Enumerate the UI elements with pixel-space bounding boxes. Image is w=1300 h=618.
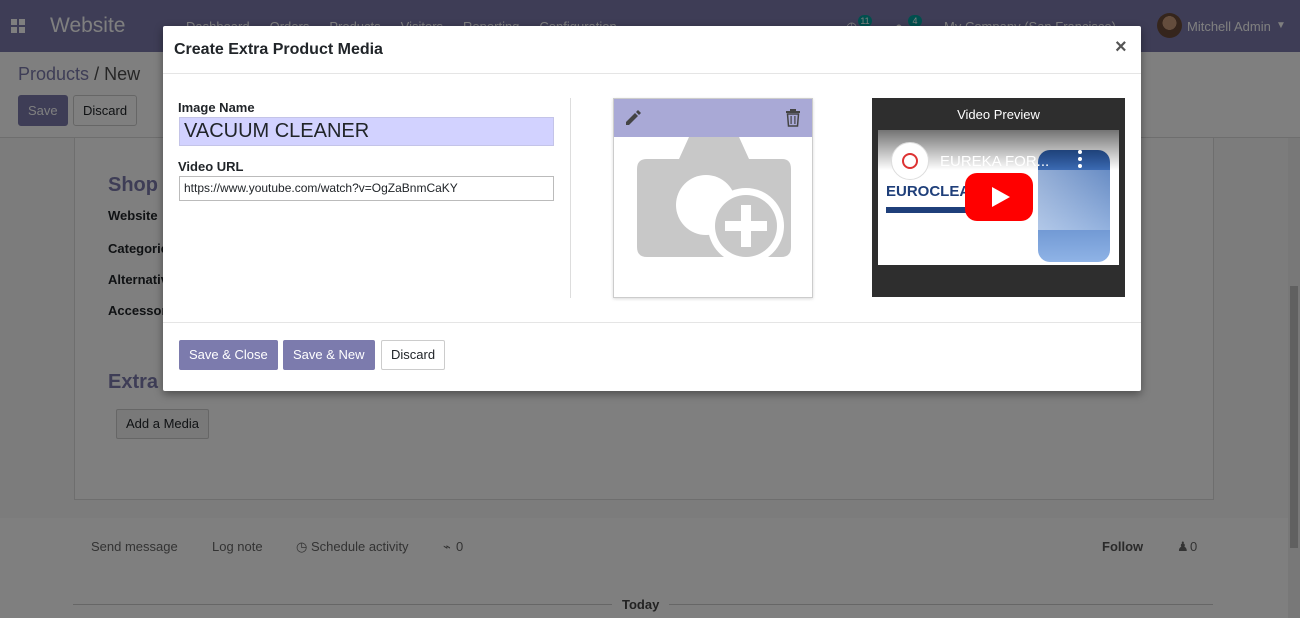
create-media-dialog: Create Extra Product Media × Image Name … bbox=[163, 26, 1141, 391]
more-options-icon[interactable] bbox=[1078, 150, 1082, 168]
video-preview-panel: Video Preview EUROCLEAN EUREKA FOR... bbox=[872, 98, 1125, 297]
dialog-footer: Save & Close Save & New Discard bbox=[163, 322, 1141, 391]
save-new-button[interactable]: Save & New bbox=[283, 340, 375, 370]
pencil-icon[interactable] bbox=[624, 109, 642, 127]
dialog-body: Image Name VACUUM CLEANER Video URL http… bbox=[163, 74, 1141, 322]
image-upload-box[interactable] bbox=[613, 98, 813, 298]
trash-icon[interactable] bbox=[785, 109, 801, 127]
video-embed[interactable]: EUROCLEAN EUREKA FOR... bbox=[878, 130, 1119, 265]
image-toolbar bbox=[614, 99, 812, 137]
channel-avatar-icon[interactable] bbox=[891, 142, 929, 180]
video-thumbnail-subtitle-bar bbox=[886, 207, 976, 213]
dialog-title: Create Extra Product Media bbox=[174, 41, 383, 58]
video-title[interactable]: EUREKA FOR... bbox=[940, 153, 1049, 170]
video-url-label: Video URL bbox=[178, 159, 244, 174]
video-url-input[interactable]: https://www.youtube.com/watch?v=OgZaBnmC… bbox=[179, 176, 554, 201]
discard-button[interactable]: Discard bbox=[381, 340, 446, 370]
play-button-icon[interactable] bbox=[965, 173, 1033, 221]
save-close-button[interactable]: Save & Close bbox=[179, 340, 278, 370]
video-preview-label: Video Preview bbox=[957, 107, 1040, 122]
dialog-header: Create Extra Product Media × bbox=[163, 26, 1141, 74]
divider bbox=[570, 98, 571, 298]
image-name-input[interactable]: VACUUM CLEANER bbox=[179, 117, 554, 146]
image-name-label: Image Name bbox=[178, 100, 255, 115]
camera-plus-placeholder-icon bbox=[637, 137, 791, 264]
close-icon[interactable]: × bbox=[1115, 36, 1127, 59]
